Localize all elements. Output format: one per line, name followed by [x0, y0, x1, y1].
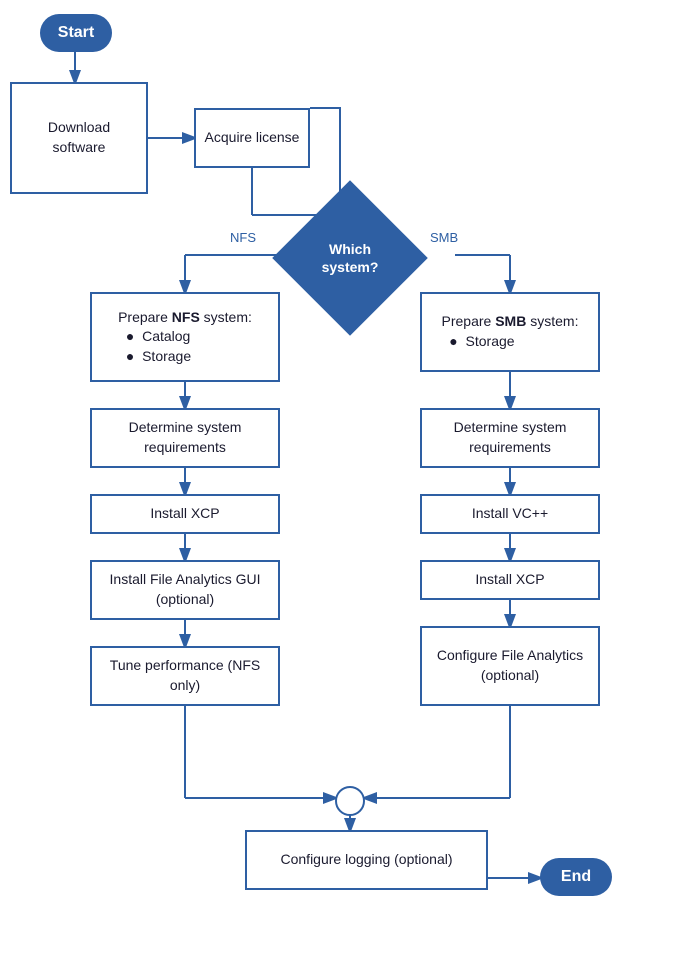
req-nfs-node: Determine system requirements: [90, 408, 280, 468]
acquire-node: Acquire license: [194, 108, 310, 168]
tune-node: Tune performance (NFS only): [90, 646, 280, 706]
config-logging-node: Configure logging (optional): [245, 830, 488, 890]
config-fa-node: Configure File Analytics (optional): [420, 626, 600, 706]
which-system-label: Whichsystem?: [322, 240, 379, 276]
flowchart: Start Download software Acquire license …: [0, 0, 690, 956]
merge-circle: [335, 786, 365, 816]
prepare-nfs-node: Prepare NFS system: ● Catalog ● Storage: [90, 292, 280, 382]
req-smb-node: Determine system requirements: [420, 408, 600, 468]
nfs-label: NFS: [230, 230, 256, 245]
install-fa-gui-node: Install File Analytics GUI (optional): [90, 560, 280, 620]
smb-label: SMB: [430, 230, 458, 245]
start-node: Start: [40, 14, 112, 52]
install-xcp-smb-node: Install XCP: [420, 560, 600, 600]
end-node: End: [540, 858, 612, 896]
prepare-smb-node: Prepare SMB system: ● Storage: [420, 292, 600, 372]
download-node: Download software: [10, 82, 148, 194]
install-vc-node: Install VC++: [420, 494, 600, 534]
install-xcp-nfs-node: Install XCP: [90, 494, 280, 534]
which-system-node: Whichsystem?: [290, 198, 410, 318]
